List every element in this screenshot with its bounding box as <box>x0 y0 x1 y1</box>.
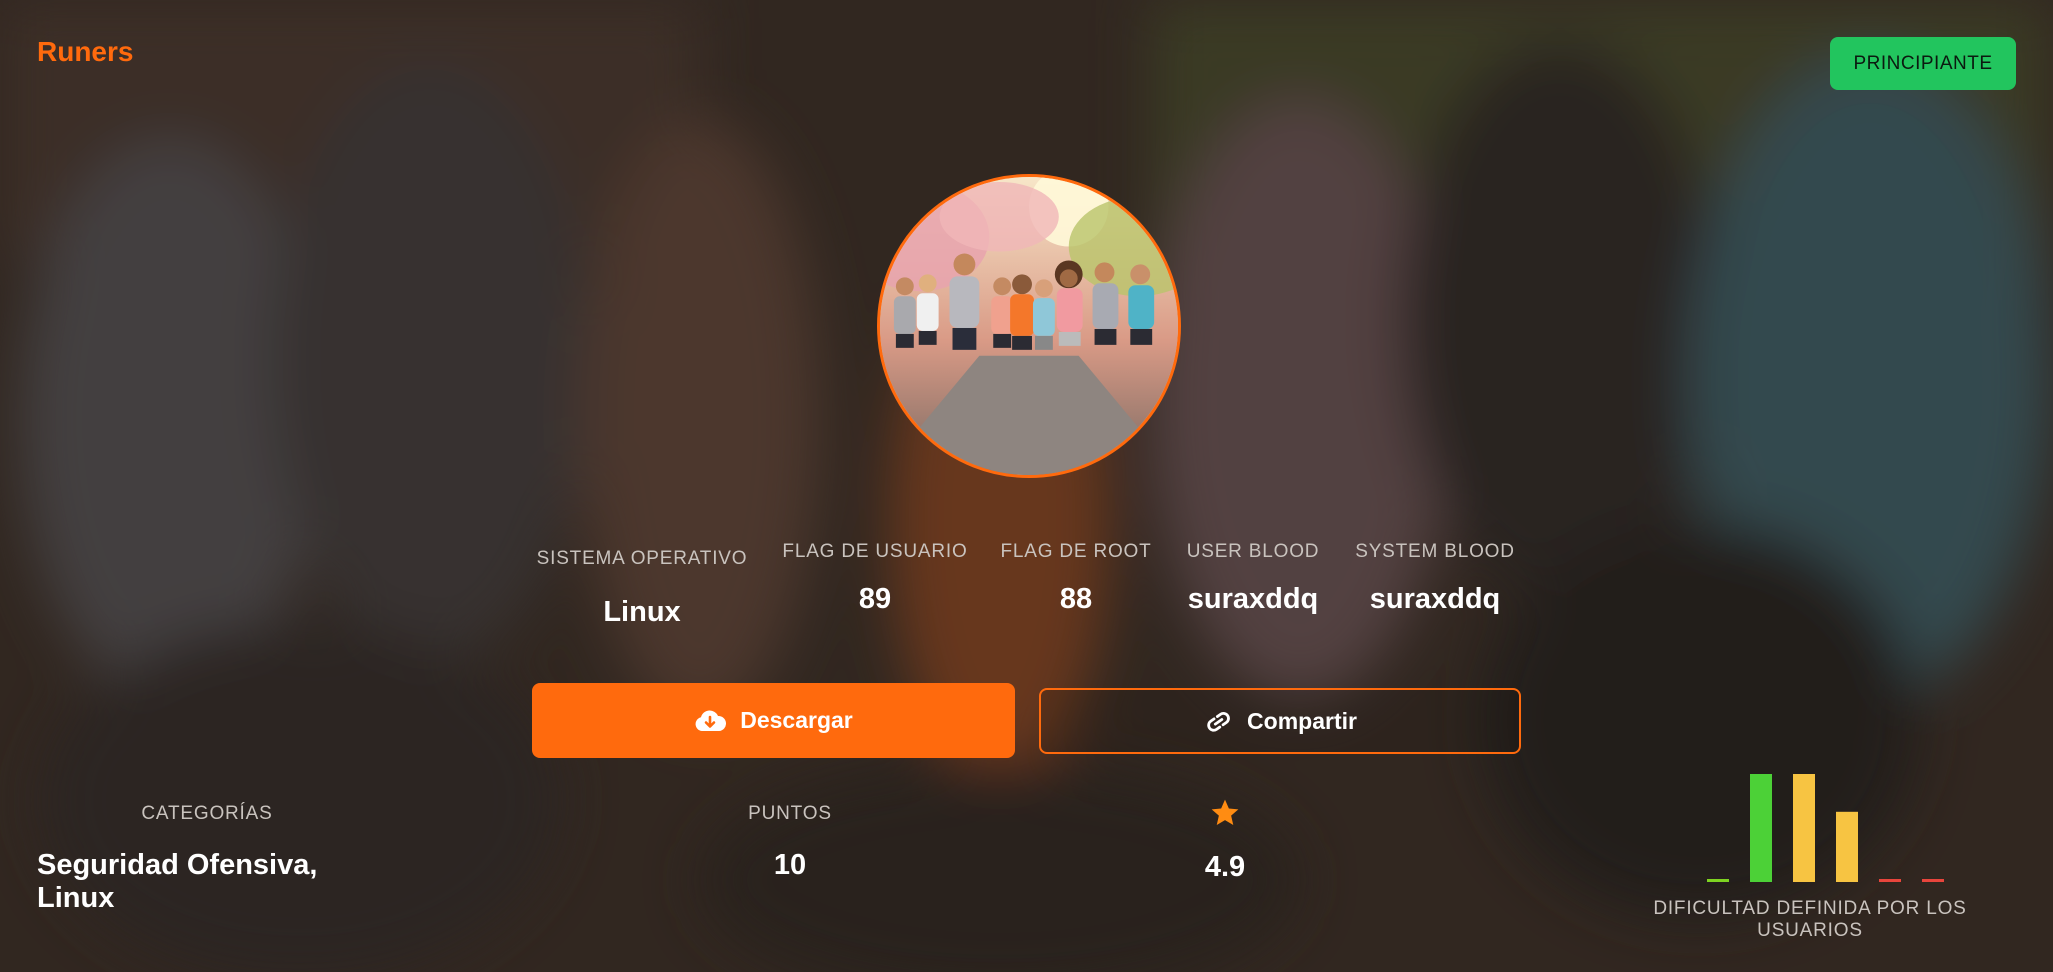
stat-os: SISTEMA OPERATIVO Linux <box>532 548 752 629</box>
difficulty-bar <box>1836 811 1858 882</box>
difficulty-bar <box>1793 774 1815 882</box>
difficulty-badge[interactable]: PRINCIPIANTE <box>1830 37 2016 90</box>
difficulty-chart <box>1707 774 1944 882</box>
share-label: Compartir <box>1247 707 1357 734</box>
difficulty-bar <box>1707 879 1729 882</box>
stat-label: SYSTEM BLOOD <box>1355 541 1515 562</box>
machine-card: Runers PRINCIPIANTE SISTEMA OPERATIVO Li… <box>0 0 2053 972</box>
points-value: 10 <box>773 849 807 881</box>
stat-label: USER BLOOD <box>1186 541 1320 562</box>
stat-system-blood: SYSTEM BLOOD suraxddq <box>1350 541 1520 616</box>
categories-label: CATEGORÍAS <box>141 803 273 824</box>
download-label: Descargar <box>740 707 853 733</box>
stat-root-flag: FLAG DE ROOT 88 <box>990 541 1162 616</box>
difficulty-bar <box>1922 879 1944 882</box>
download-button[interactable]: Descargar <box>532 683 1015 758</box>
categories-value: Seguridad Ofensiva, Linux <box>37 849 318 914</box>
runners-group-illustration <box>880 177 1178 475</box>
link-icon <box>1207 712 1230 732</box>
stat-label: FLAG DE ROOT <box>1000 541 1152 562</box>
stat-label: FLAG DE USUARIO <box>782 541 968 562</box>
stat-user-blood: USER BLOOD suraxddq <box>1173 541 1333 616</box>
stat-label: SISTEMA OPERATIVO <box>536 548 748 569</box>
cloud-download-icon <box>695 710 727 731</box>
stat-value: Linux <box>603 596 681 628</box>
share-button[interactable]: Compartir <box>1039 688 1521 754</box>
stat-value: suraxddq <box>1369 583 1501 615</box>
machine-avatar <box>877 174 1181 478</box>
points-label: PUNTOS <box>748 803 832 824</box>
difficulty-bar <box>1879 879 1901 882</box>
stat-value: suraxddq <box>1187 583 1319 615</box>
rating-value: 4.9 <box>1204 851 1246 883</box>
difficulty-caption: DIFICULTAD DEFINIDA POR LOS USUARIOS <box>1653 898 1967 941</box>
stat-user-flag: FLAG DE USUARIO 89 <box>770 541 980 616</box>
difficulty-bar <box>1750 774 1772 882</box>
stat-value: 89 <box>858 583 892 615</box>
stat-value: 88 <box>1059 583 1093 615</box>
star-icon <box>1211 799 1239 825</box>
machine-title: Runers <box>37 36 134 67</box>
